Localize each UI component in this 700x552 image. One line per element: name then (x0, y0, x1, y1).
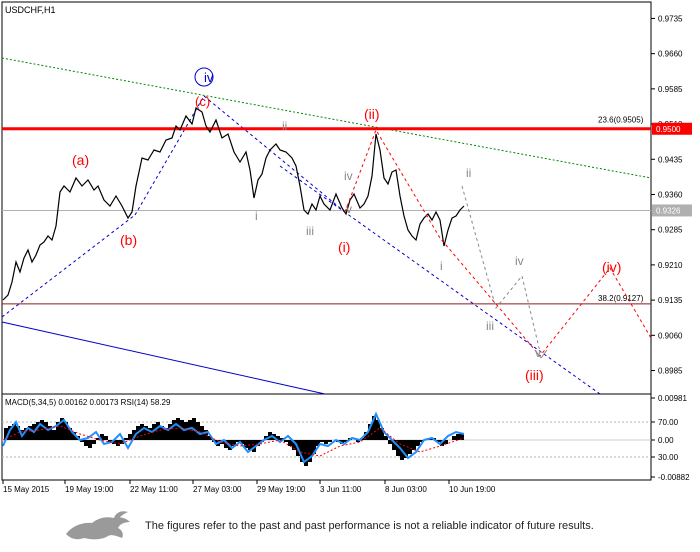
macd-bar (324, 440, 328, 444)
macd-bar (328, 440, 332, 442)
macd-bar (116, 440, 120, 446)
main-chart-frame (1, 1, 652, 395)
indicator-tick-label: 0.00981 (658, 394, 687, 403)
fib-236-label: 23.6(0.9505) (598, 115, 644, 124)
time-tick-label: 22 May 11:00 (130, 485, 178, 494)
indicator-tick-label: -0.00882 (658, 473, 690, 482)
indicator-tick-label: 70.00 (658, 418, 679, 427)
price-tick-label: 0.9060 (658, 331, 683, 340)
wave-label: i (440, 259, 443, 273)
indicator-title: MACD(5,34,5) 0.00162 0.00173 RSI(14) 58.… (5, 398, 171, 407)
time-tick-label: 10 Jun 19:00 (449, 485, 496, 494)
macd-bar (184, 422, 188, 440)
time-tick-label: 8 Jun 03:00 (385, 485, 427, 494)
price-tick-label: 0.8985 (658, 367, 683, 376)
macd-bar (124, 438, 128, 440)
macd-bar (44, 422, 48, 440)
chart-title: USDCHF,H1 (5, 5, 56, 15)
wave-label: iii (306, 224, 314, 238)
time-axis: 15 May 2015 19 May 19:00 22 May 11:00 27 Ma… (2, 480, 496, 494)
macd-bar (88, 440, 92, 448)
wave-label: ii (466, 166, 471, 180)
wave-label: (i) (338, 239, 350, 255)
price-tick-label: 0.9435 (658, 155, 683, 164)
indicator-tick-label: 30.00 (658, 453, 679, 462)
wave-label: ii (282, 119, 287, 133)
macd-bar (412, 440, 416, 450)
wave-label: iv (344, 169, 353, 183)
macd-bar (452, 436, 456, 440)
time-tick-label: 19 May 19:00 (65, 485, 114, 494)
footer: The figures refer to the past and past p… (0, 500, 700, 552)
macd-bar (320, 440, 324, 442)
wave-label: (ii) (364, 106, 380, 122)
macd-bar (172, 420, 176, 440)
indicator-axis: 0.00981 70.00 0.00 30.00 -0.00882 (651, 394, 690, 482)
wave-label: i (255, 209, 258, 223)
indicator-tick-label: 0.00 (658, 436, 674, 445)
resistance-price-label: 0.9500 (656, 125, 681, 134)
wave-label: (iv) (602, 259, 621, 275)
wave-label: (iii) (525, 367, 544, 383)
disclaimer-text: The figures refer to the past and past p… (145, 520, 594, 532)
price-axis: 0.97350.96600.95850.95100.94350.93600.92… (651, 14, 692, 376)
macd-bar (288, 440, 292, 446)
macd-bar (92, 440, 96, 444)
current-price-label: 0.9326 (656, 206, 681, 215)
macd-bar (104, 436, 108, 440)
price-tick-label: 0.9285 (658, 226, 683, 235)
wave-label: iv (515, 254, 524, 268)
macd-bar (84, 440, 88, 446)
time-tick-label: 3 Jun 11:00 (320, 485, 362, 494)
wave-label: (b) (120, 232, 137, 248)
wave-label: v (535, 346, 541, 360)
time-tick-label: 29 May 19:00 (257, 485, 306, 494)
bull-logo-icon (66, 511, 130, 540)
macd-bar (52, 430, 56, 440)
wave-label: iv (204, 70, 214, 85)
price-tick-label: 0.9360 (658, 190, 683, 199)
macd-bar (140, 424, 144, 440)
price-tick-label: 0.9735 (658, 14, 683, 23)
time-tick-label: 15 May 2015 (3, 485, 50, 494)
price-tick-label: 0.9135 (658, 296, 683, 305)
price-tick-label: 0.9660 (658, 50, 683, 59)
wave-label: (c) (195, 94, 210, 109)
wave-label: iii (486, 319, 494, 333)
price-tick-label: 0.9210 (658, 261, 683, 270)
macd-bar (456, 434, 460, 440)
macd-bar (284, 440, 288, 442)
macd-bar (176, 418, 180, 440)
price-tick-label: 0.9585 (658, 85, 683, 94)
fib-382-label: 38.2(0.9127) (598, 294, 644, 303)
wave-label: (a) (72, 152, 89, 168)
chart-canvas: USDCHF,H1 23.6(0.9505) 38.2(0.9127) 0.973… (1, 1, 692, 494)
time-tick-label: 27 May 03:00 (193, 485, 242, 494)
macd-bar (128, 434, 132, 440)
wave-label: v (346, 202, 352, 216)
